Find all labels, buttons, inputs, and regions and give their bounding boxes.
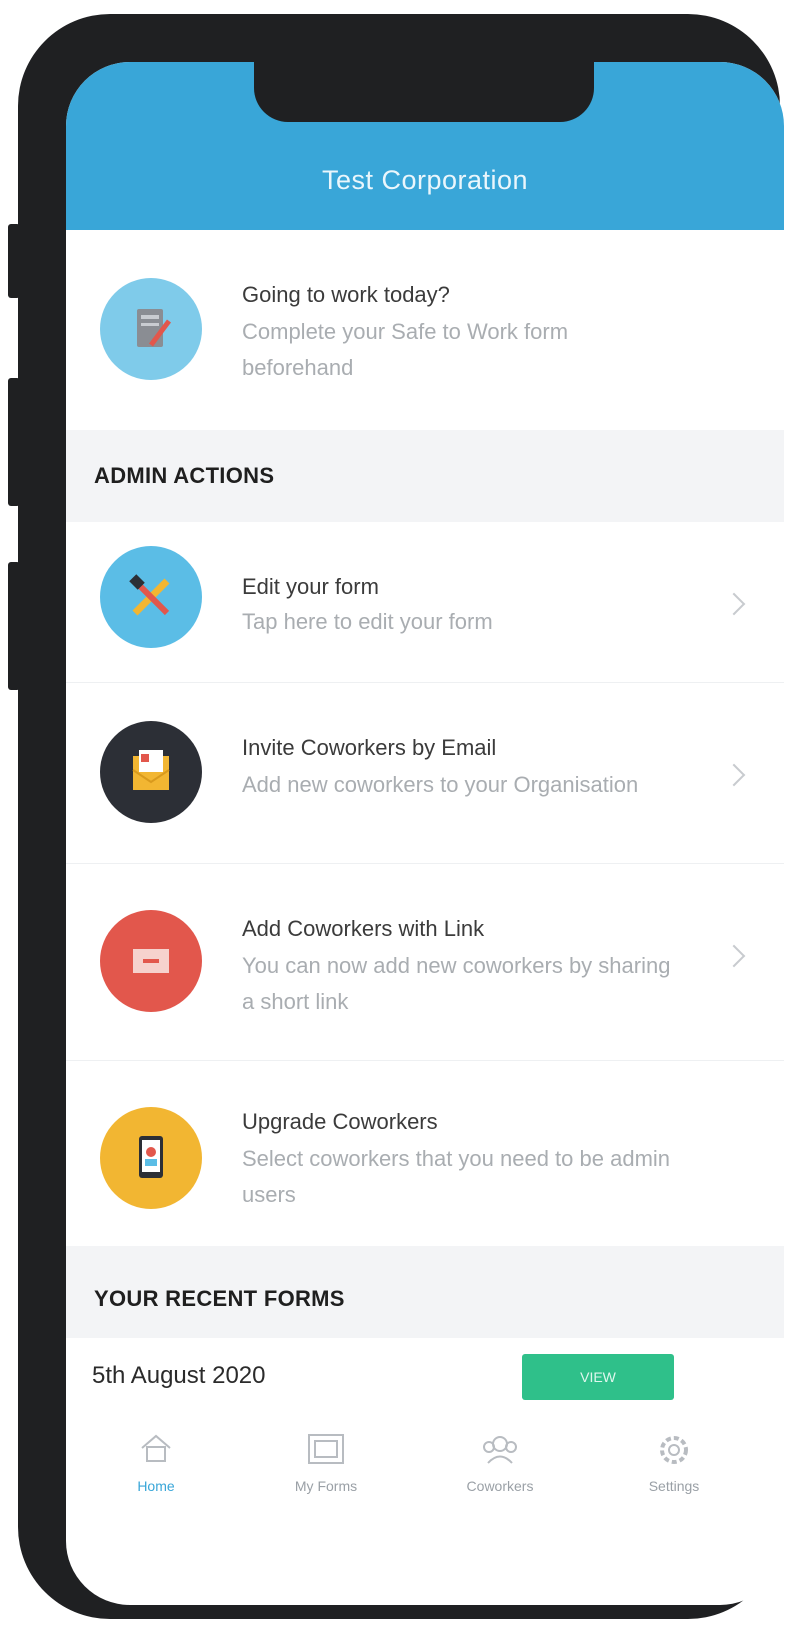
tab-label: My Forms <box>294 1478 358 1494</box>
volume-down-button <box>8 562 20 690</box>
chevron-right-icon <box>722 944 746 968</box>
notch <box>254 62 594 122</box>
banner-description: Complete your Safe to Work form beforeha… <box>242 319 569 380</box>
add-link-description: You can now add new coworkers by sharing… <box>242 953 671 1014</box>
tab-label: Coworkers <box>466 1478 534 1494</box>
invite-email-title: Invite Coworkers by Email <box>242 735 497 760</box>
tab-label: Home <box>137 1478 175 1494</box>
upgrade-coworkers-description: Select coworkers that you need to be adm… <box>242 1146 671 1207</box>
admin-actions-label: ADMIN ACTIONS <box>94 463 275 488</box>
chevron-right-icon <box>722 763 746 787</box>
phone-frame: Test Corporation Going to work today? Co… <box>8 14 784 1619</box>
upgrade-coworkers-title: Upgrade Coworkers <box>242 1109 438 1134</box>
work-today-banner[interactable]: Going to work today? Complete your Safe … <box>66 230 784 430</box>
invite-email-description: Add new coworkers to your Organisation <box>242 772 639 797</box>
add-link-title: Add Coworkers with Link <box>242 916 485 941</box>
recent-forms-header: YOUR RECENT FORMS <box>66 1246 784 1338</box>
clipboard-pencil-icon <box>100 278 202 380</box>
edit-form-title: Edit your form <box>242 574 379 599</box>
email-invite-icon <box>100 721 202 823</box>
bottom-tab-bar: Home My Forms Coworkers Settings <box>66 1420 784 1530</box>
home-icon <box>138 1432 174 1469</box>
invite-email-action[interactable]: Invite Coworkers by Email Add new cowork… <box>66 683 784 863</box>
tab-settings[interactable]: Settings <box>604 1420 744 1520</box>
recent-form-date: 5th August 2020 <box>92 1362 266 1389</box>
banner-title: Going to work today? <box>242 282 450 307</box>
forms-icon <box>306 1432 346 1471</box>
upgrade-user-icon <box>100 1107 202 1209</box>
app-screen: Test Corporation Going to work today? Co… <box>66 62 784 1605</box>
edit-form-action[interactable]: Edit your form Tap here to edit your for… <box>66 522 784 682</box>
tab-label: Settings <box>648 1478 700 1494</box>
coworkers-icon <box>480 1432 520 1471</box>
tab-coworkers[interactable]: Coworkers <box>430 1420 570 1520</box>
page-title: Test Corporation <box>321 165 529 195</box>
silent-switch <box>8 224 20 298</box>
view-form-button[interactable]: VIEW <box>522 1354 674 1400</box>
recent-forms-label: YOUR RECENT FORMS <box>94 1286 345 1311</box>
gear-icon <box>656 1432 692 1473</box>
admin-actions-header: ADMIN ACTIONS <box>66 430 784 522</box>
edit-form-description: Tap here to edit your form <box>242 609 493 634</box>
upgrade-coworkers-action[interactable]: Upgrade Coworkers Select coworkers that … <box>66 1061 784 1246</box>
tools-icon <box>100 546 202 648</box>
tab-home[interactable]: Home <box>86 1420 226 1520</box>
chevron-right-icon <box>722 592 746 616</box>
volume-up-button <box>8 378 20 506</box>
add-link-action[interactable]: Add Coworkers with Link You can now add … <box>66 864 784 1060</box>
tab-my-forms[interactable]: My Forms <box>256 1420 396 1520</box>
link-icon <box>100 910 202 1012</box>
